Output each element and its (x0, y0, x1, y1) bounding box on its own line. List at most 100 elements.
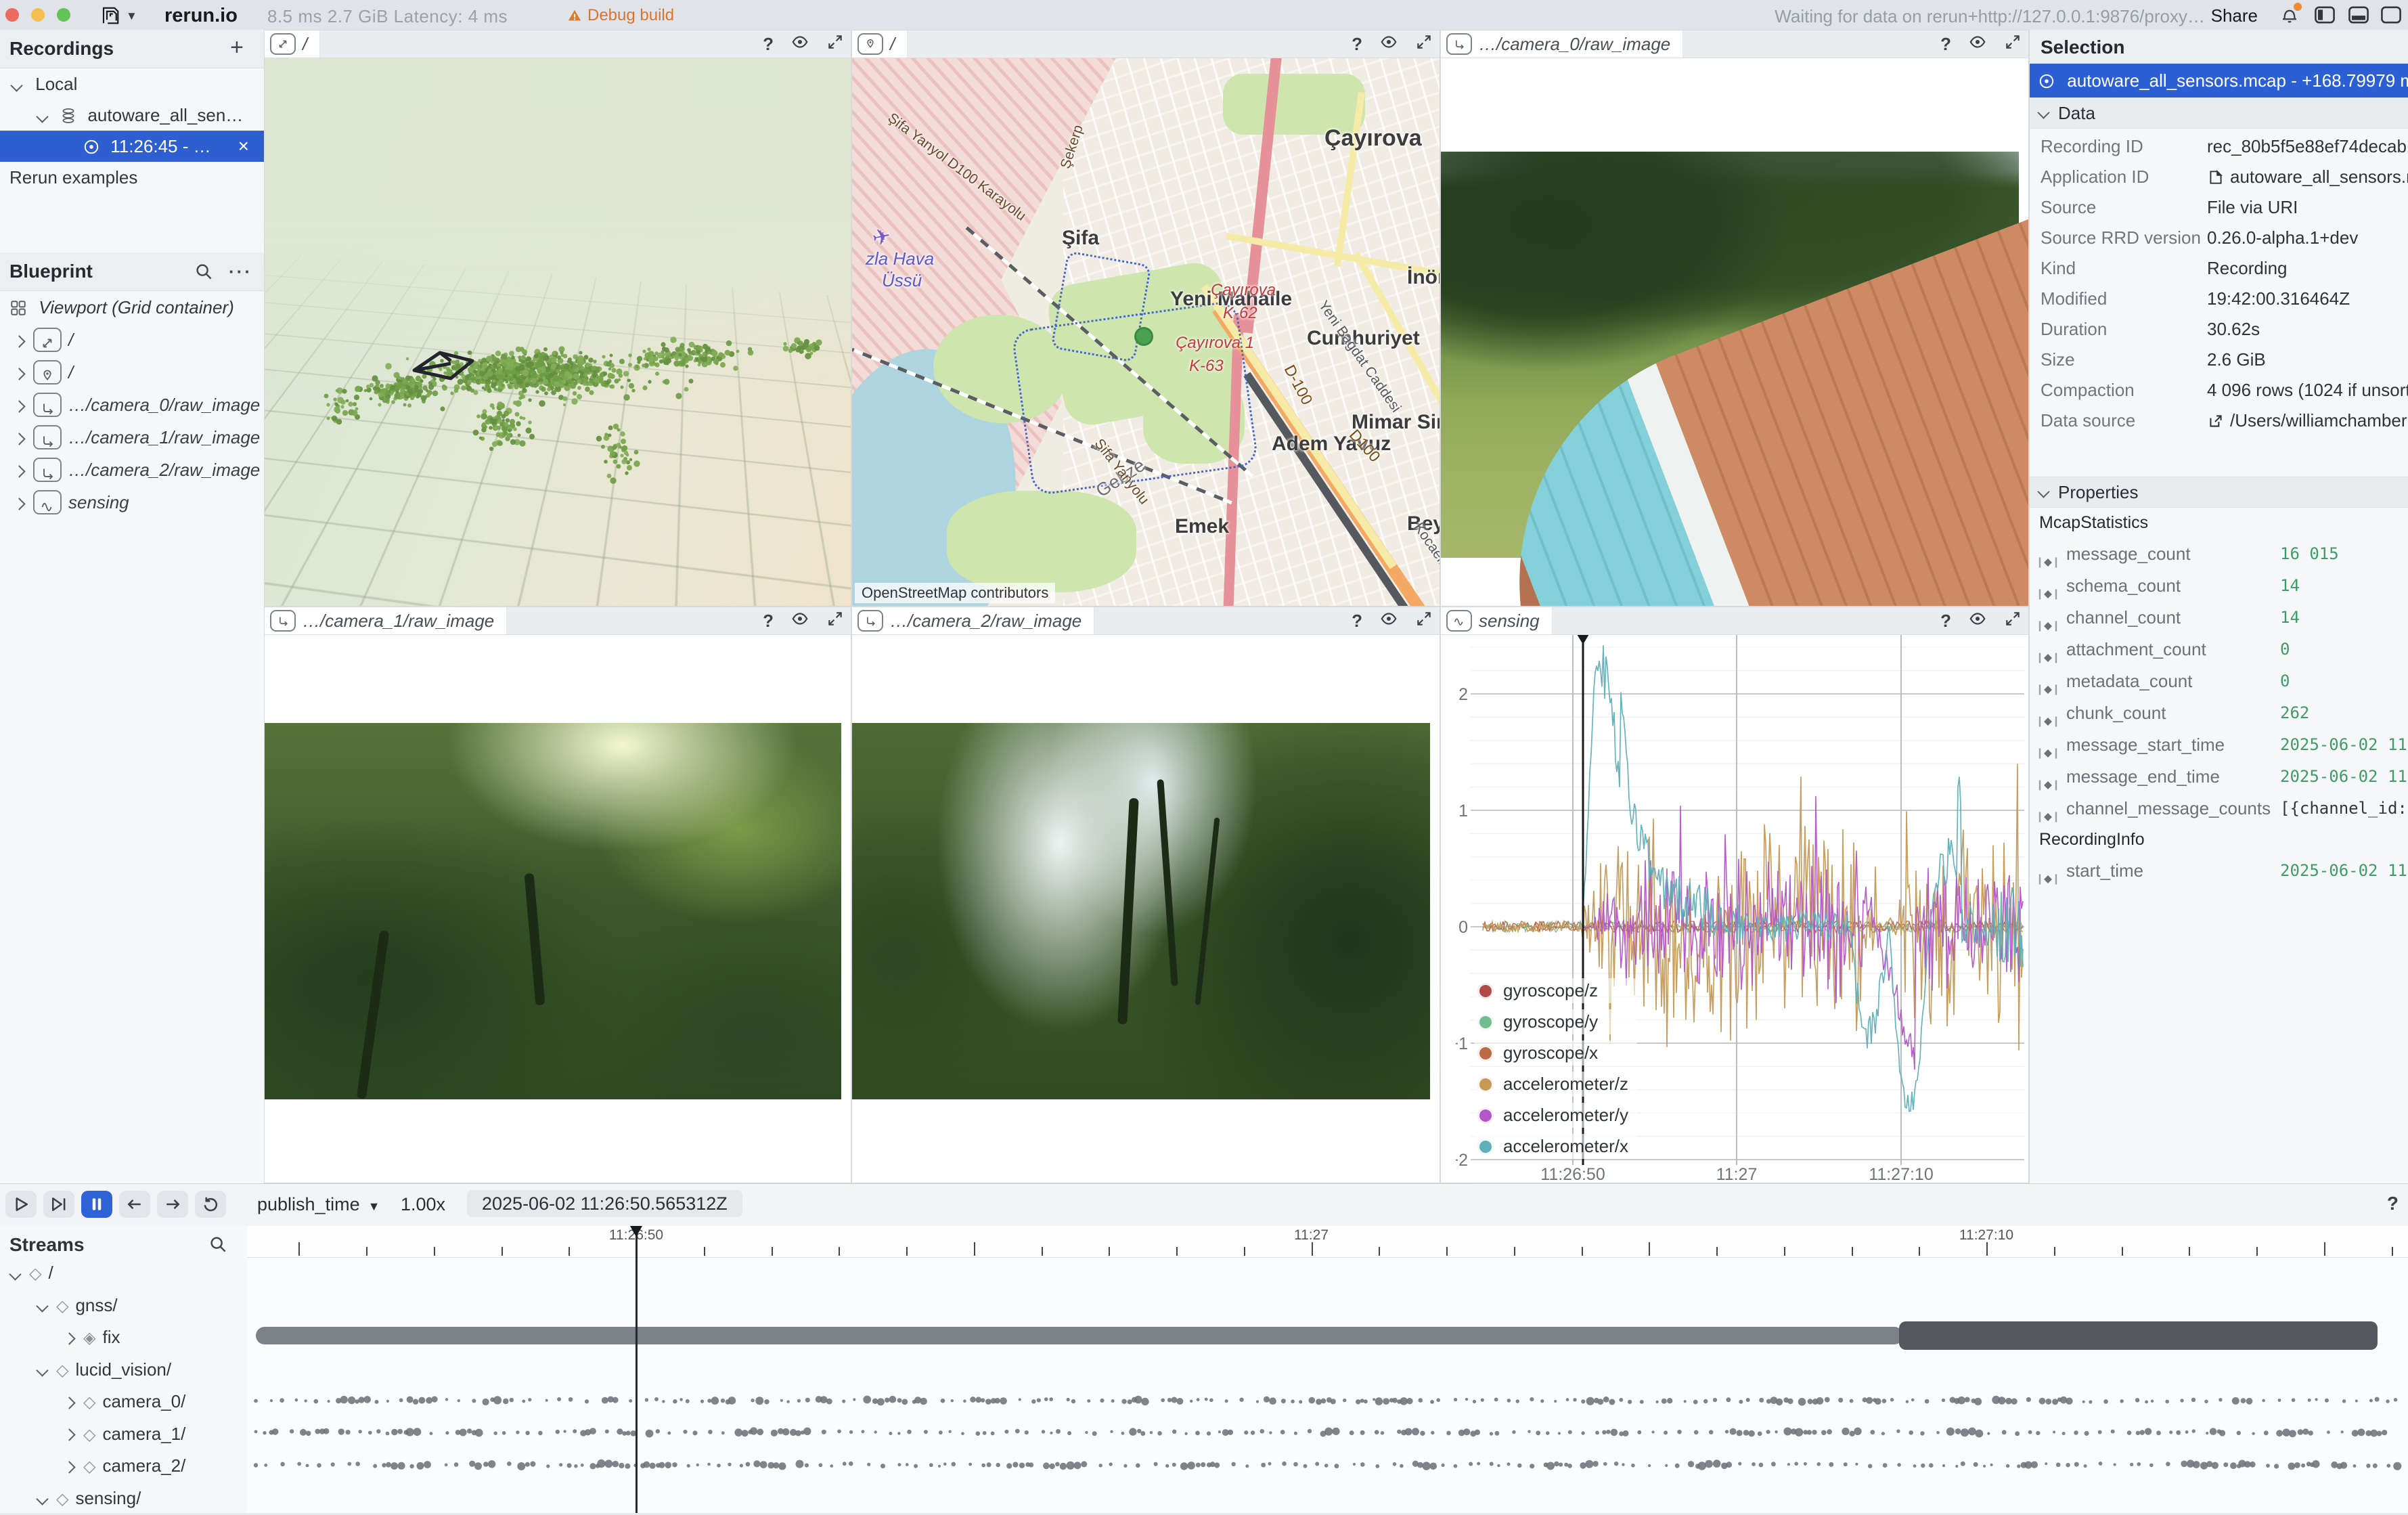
expand-icon[interactable] (1415, 610, 1433, 632)
map-view-pane[interactable]: ÇayırovaŞifaYeni MahalleİnönüCumhuriyetA… (851, 30, 1440, 607)
legend-item[interactable]: gyroscope/y (1473, 1009, 1638, 1034)
timeline-help-icon[interactable]: ? (2387, 1193, 2399, 1214)
playback-speed[interactable]: 1.00x (401, 1194, 445, 1215)
selected-recording-row[interactable]: autoware_all_sensors.mcap - +168.79979 m (2030, 64, 2408, 97)
help-icon[interactable]: ? (1940, 611, 1951, 632)
data-row[interactable]: Size2.6 GiB (2030, 345, 2408, 375)
timeline-selector[interactable]: publish_time▼ (257, 1194, 380, 1215)
step-back-button[interactable] (119, 1191, 150, 1218)
stream-row-lucid_vision[interactable]: ◇lucid_vision/ (0, 1354, 247, 1386)
blueprint-viewport-row[interactable]: Viewport (Grid container) (0, 291, 264, 324)
gnss-fix-track-bar-dense[interactable] (1899, 1321, 2378, 1350)
data-row[interactable]: Recording IDrec_80b5f5e88ef74decab1 (2030, 131, 2408, 162)
property-row[interactable]: channel_count14 (2030, 602, 2408, 634)
property-row[interactable]: chunk_count262 (2030, 697, 2408, 729)
data-row[interactable]: Duration30.62s (2030, 314, 2408, 345)
visibility-icon[interactable] (791, 610, 809, 632)
expand-icon[interactable] (826, 610, 844, 632)
legend-item[interactable]: gyroscope/z (1473, 978, 1638, 1003)
pane-title-tab[interactable]: / (265, 30, 320, 58)
gnss-fix-track-bar[interactable] (256, 1327, 1903, 1344)
property-row[interactable]: attachment_count0 (2030, 634, 2408, 665)
map-canvas[interactable]: ÇayırovaŞifaYeni MahalleİnönüCumhuriyetA… (852, 58, 1440, 606)
macos-zoom-button[interactable] (57, 8, 70, 22)
toggle-bottom-panel-icon[interactable] (2347, 6, 2370, 24)
help-icon[interactable]: ? (1940, 34, 1951, 55)
visibility-icon[interactable] (791, 33, 809, 56)
notifications-bell-icon[interactable] (2279, 5, 2300, 25)
pane-title-tab[interactable]: …/camera_0/raw_image (1441, 30, 1683, 58)
share-button[interactable]: Share (2211, 5, 2258, 26)
legend-item[interactable]: accelerometer/y (1473, 1103, 1638, 1128)
timeline-tracks[interactable]: 11:26:5011:2711:27:10 (247, 1226, 2408, 1513)
toggle-left-panel-icon[interactable] (2313, 6, 2336, 24)
property-row[interactable]: message_count16 015 (2030, 538, 2408, 570)
stream-row-gnss[interactable]: ◇gnss/ (0, 1290, 247, 1322)
data-row[interactable]: SourceFile via URI (2030, 192, 2408, 223)
blueprint-view-row[interactable]: …/camera_2/raw_image (0, 454, 264, 486)
visibility-icon[interactable] (1969, 610, 1986, 632)
expand-icon[interactable] (826, 33, 844, 56)
help-icon[interactable]: ? (1352, 611, 1362, 632)
macos-minimize-button[interactable] (31, 8, 45, 22)
camera1-pane[interactable]: …/camera_1/raw_image ? (264, 607, 851, 1183)
legend-item[interactable]: accelerometer/x (1473, 1134, 1638, 1159)
camera2-pane[interactable]: …/camera_2/raw_image ? (851, 607, 1440, 1183)
help-icon[interactable]: ? (763, 34, 774, 55)
visibility-icon[interactable] (1969, 33, 1986, 56)
add-recording-button[interactable]: + (230, 39, 250, 59)
camera0-image[interactable] (1441, 58, 2028, 606)
step-next-button[interactable] (157, 1191, 188, 1218)
stream-row-camera_0[interactable]: ◇camera_0/ (0, 1386, 247, 1418)
time-ruler[interactable]: 11:26:5011:2711:27:10 (247, 1226, 2408, 1258)
visibility-icon[interactable] (1380, 33, 1398, 56)
sensing-plot-pane[interactable]: 210−1−211:26:5011:2711:27:10 gyroscope/z… (1440, 607, 2029, 1183)
help-icon[interactable]: ? (763, 611, 774, 632)
loop-button[interactable] (195, 1191, 226, 1218)
pane-title-tab[interactable]: / (852, 30, 908, 58)
stream-row-sensing[interactable]: ◇sensing/ (0, 1483, 247, 1515)
property-row[interactable]: schema_count14 (2030, 570, 2408, 602)
data-row[interactable]: KindRecording (2030, 253, 2408, 284)
macos-close-button[interactable] (5, 8, 19, 22)
toggle-right-panel-icon[interactable] (2380, 6, 2403, 24)
pane-title-tab[interactable]: sensing (1441, 607, 1553, 634)
property-row[interactable]: message_end_time2025-06-02 11 (2030, 761, 2408, 793)
close-icon[interactable]: × (238, 131, 249, 162)
pane-title-tab[interactable]: …/camera_2/raw_image (852, 607, 1094, 634)
property-row[interactable]: message_start_time2025-06-02 11 (2030, 729, 2408, 761)
event-dots-track[interactable] (247, 1387, 2408, 1414)
camera1-image[interactable] (265, 634, 851, 1183)
time-series-plot[interactable]: 210−1−211:26:5011:2711:27:10 gyroscope/z… (1441, 634, 2028, 1183)
data-row[interactable]: Modified19:42:00.316464Z (2030, 284, 2408, 314)
camera0-pane[interactable]: …/camera_0/raw_image ? (1440, 30, 2029, 607)
recordings-dataset-row[interactable]: autoware_all_sen… (0, 100, 264, 131)
help-icon[interactable]: ? (1352, 34, 1362, 55)
data-row[interactable]: Application IDautoware_all_sensors.m (2030, 162, 2408, 192)
data-row[interactable]: Compaction4 096 rows (1024 if unsort (2030, 375, 2408, 405)
legend-item[interactable]: gyroscope/x (1473, 1040, 1638, 1066)
property-row[interactable]: start_time2025-06-02 11 (2030, 855, 2408, 887)
playhead-line[interactable] (636, 1226, 638, 1513)
visibility-icon[interactable] (1380, 610, 1398, 632)
stream-row-camera_2[interactable]: ◇camera_2/ (0, 1450, 247, 1483)
blueprint-view-row[interactable]: …/camera_0/raw_image (0, 389, 264, 421)
blueprint-view-row[interactable]: / (0, 356, 264, 389)
data-row[interactable]: Source RRD version0.26.0-alpha.1+dev (2030, 223, 2408, 253)
pause-button[interactable] (81, 1191, 112, 1218)
event-dots-track[interactable] (247, 1451, 2408, 1478)
camera2-image[interactable] (852, 634, 1440, 1183)
play-button[interactable] (5, 1191, 37, 1218)
blueprint-view-row[interactable]: …/camera_1/raw_image (0, 421, 264, 454)
3d-scene[interactable] (265, 58, 851, 606)
expand-icon[interactable] (1415, 33, 1433, 56)
legend-item[interactable]: accelerometer/z (1473, 1072, 1638, 1097)
view-3d-pane[interactable]: / ? (264, 30, 851, 607)
stream-row-[interactable]: ◇/ (0, 1257, 247, 1290)
logo-menu-caret[interactable]: ▼ (126, 9, 137, 23)
data-section-header[interactable]: Data (2030, 97, 2408, 129)
stream-row-camera_1[interactable]: ◇camera_1/ (0, 1418, 247, 1451)
step-forward-button[interactable] (43, 1191, 74, 1218)
rerun-examples-row[interactable]: Rerun examples (0, 162, 264, 193)
pane-title-tab[interactable]: …/camera_1/raw_image (265, 607, 507, 634)
